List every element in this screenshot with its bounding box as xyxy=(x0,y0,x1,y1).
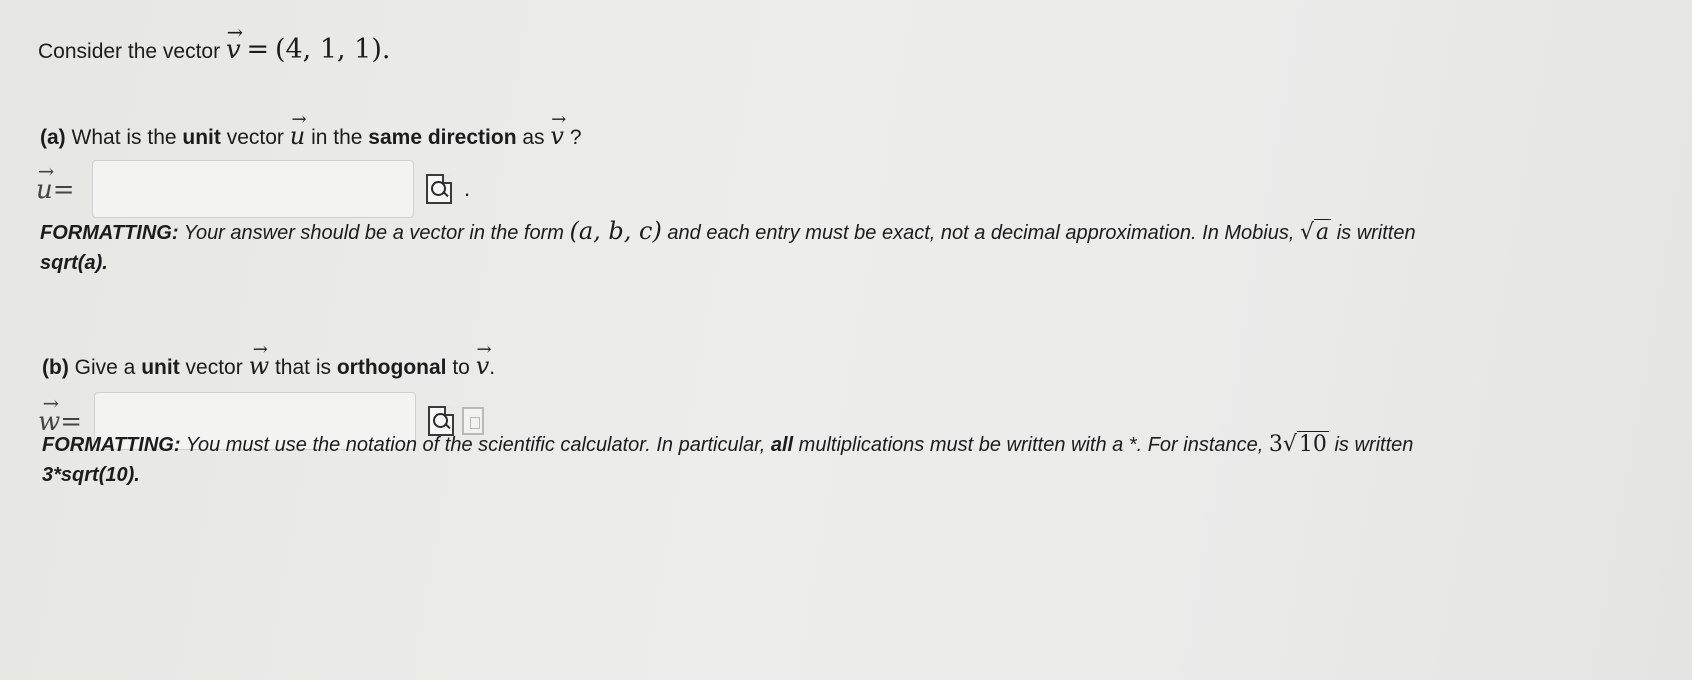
part-b-text: to xyxy=(452,356,470,379)
formatting-bold-all: all xyxy=(770,434,794,456)
formatting-heading: FORMATTING: xyxy=(42,434,181,456)
part-a-text: in the xyxy=(311,126,363,149)
vector-u-symbol: u xyxy=(290,122,305,150)
formatting-text: multiplications must be written with a *… xyxy=(798,434,1264,456)
vector-u-symbol: u xyxy=(36,175,53,205)
sqrt-argument: 10 xyxy=(1296,431,1329,457)
problem-statement: Consider the vector v = (4, 1, 1). xyxy=(38,34,390,65)
coefficient: 3 xyxy=(1268,432,1283,457)
sqrt-10-expression: 3√10 xyxy=(1268,431,1329,457)
formatting-text: and each entry must be exact, not a deci… xyxy=(667,222,1295,244)
vector-v-symbol: v xyxy=(550,122,564,150)
formatting-text: is written xyxy=(1336,222,1416,244)
part-a-text: ? xyxy=(569,126,582,149)
equals-sign: = xyxy=(246,34,270,65)
formatting-text: is written xyxy=(1334,434,1414,456)
part-b-text: that is xyxy=(274,356,331,379)
part-b-text: Give a xyxy=(74,356,136,379)
answer-a-label: u= xyxy=(36,174,92,205)
vector-w-symbol: w xyxy=(249,352,270,380)
sqrt-argument: a xyxy=(1314,219,1332,245)
part-a-answer-row: u= . xyxy=(36,160,470,218)
part-b-bold-orthogonal: orthogonal xyxy=(336,356,447,379)
part-b-formatting-note: FORMATTING: You must use the notation of… xyxy=(42,430,1602,490)
part-a-label: (a) xyxy=(40,126,66,149)
vector-v-symbol: v xyxy=(226,35,241,65)
intro-text: Consider the vector xyxy=(38,40,221,63)
formatting-text: Your answer should be a vector in the fo… xyxy=(183,222,564,244)
answer-a-input[interactable] xyxy=(92,160,414,218)
part-a-text: as xyxy=(522,126,545,149)
trailing-period: . xyxy=(464,176,471,201)
vector-form: (a, b, c) xyxy=(569,217,662,245)
part-b-bold-unit: unit xyxy=(141,356,180,379)
part-a-question: (a) What is the unit vector u in the sam… xyxy=(40,122,582,150)
part-a-text: vector xyxy=(226,126,284,149)
formatting-text: You must use the notation of the scienti… xyxy=(185,434,766,456)
part-a-text: What is the xyxy=(71,126,177,149)
vector-v-symbol: v xyxy=(476,352,490,380)
sqrt-a-expression: √a xyxy=(1299,219,1332,245)
part-a-bold-direction: same direction xyxy=(368,126,517,149)
part-b-label: (b) xyxy=(42,356,69,379)
equals-sign: = xyxy=(52,174,75,205)
formatting-example: 3*sqrt(10). xyxy=(42,464,140,486)
vector-v-value: (4, 1, 1). xyxy=(274,34,391,65)
preview-icon[interactable] xyxy=(426,174,452,204)
formatting-heading: FORMATTING: xyxy=(40,222,179,244)
formatting-example: sqrt(a). xyxy=(40,252,108,274)
part-a-bold-unit: unit xyxy=(182,126,221,149)
part-b-text: vector xyxy=(185,356,243,379)
part-a-formatting-note: FORMATTING: Your answer should be a vect… xyxy=(40,216,1600,278)
part-b-question: (b) Give a unit vector w that is orthogo… xyxy=(42,352,495,380)
